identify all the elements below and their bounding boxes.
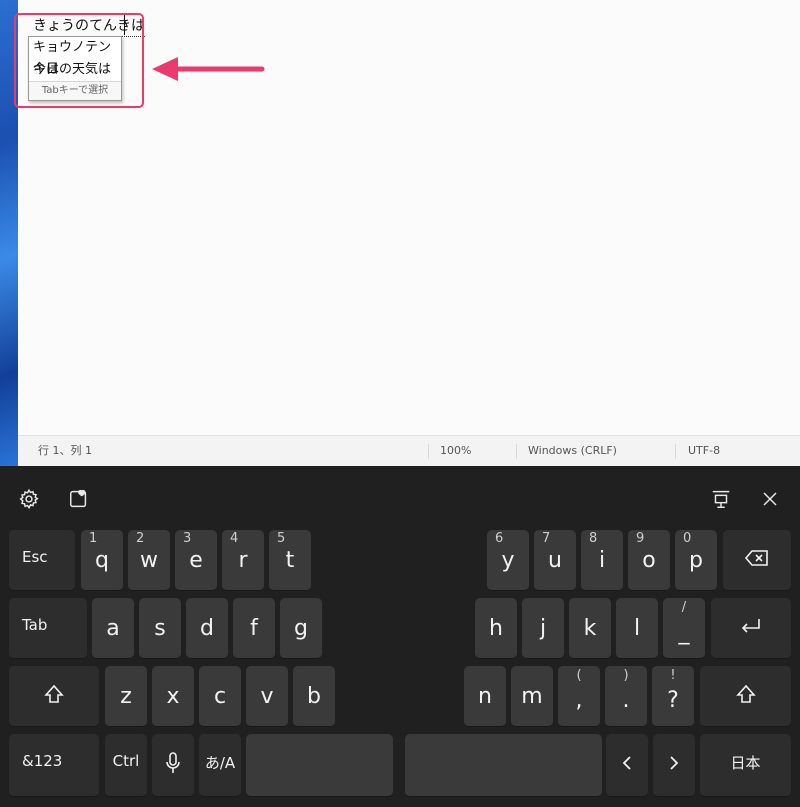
ctrl-key[interactable]: Ctrl xyxy=(105,734,147,797)
key-d[interactable]: d xyxy=(186,598,228,659)
key-a[interactable]: a xyxy=(92,598,134,659)
chevron-right-icon xyxy=(668,755,680,775)
key-h[interactable]: h xyxy=(475,598,517,659)
space-key-left[interactable] xyxy=(246,734,393,797)
touch-keyboard: Esc 1q 2w 3e 4r 5t 6y 7u 8i 9o 0p Tab a … xyxy=(0,466,800,807)
key-underscore[interactable]: / _ xyxy=(663,598,705,659)
language-key[interactable]: 日本 xyxy=(700,734,791,797)
key-m[interactable]: m xyxy=(511,666,553,727)
status-divider xyxy=(516,444,517,459)
key-u[interactable]: 7u xyxy=(534,530,576,591)
status-divider xyxy=(428,444,429,459)
shift-key-right[interactable] xyxy=(700,666,791,727)
key-x[interactable]: x xyxy=(152,666,194,727)
esc-key[interactable]: Esc xyxy=(9,530,75,591)
enter-icon xyxy=(739,617,763,639)
key-l[interactable]: l xyxy=(616,598,658,659)
key-v[interactable]: v xyxy=(246,666,288,727)
key-o[interactable]: 9o xyxy=(628,530,670,591)
annotation-highlight-box xyxy=(14,13,144,108)
microphone-key[interactable] xyxy=(152,734,194,797)
key-period[interactable]: ). xyxy=(605,666,647,727)
backspace-icon xyxy=(744,549,770,571)
key-f[interactable]: f xyxy=(233,598,275,659)
enter-key[interactable] xyxy=(711,598,791,659)
symbols-key[interactable]: &123 xyxy=(9,734,99,797)
dock-icon[interactable] xyxy=(704,482,738,516)
shift-key-left[interactable] xyxy=(9,666,99,727)
shift-icon xyxy=(43,683,65,709)
key-k[interactable]: k xyxy=(569,598,611,659)
zoom-level: 100% xyxy=(440,444,472,457)
key-i[interactable]: 8i xyxy=(581,530,623,591)
key-s[interactable]: s xyxy=(139,598,181,659)
annotation-arrow-icon xyxy=(152,57,265,81)
key-w[interactable]: 2w xyxy=(128,530,170,591)
key-b[interactable]: b xyxy=(293,666,335,727)
key-j[interactable]: j xyxy=(522,598,564,659)
key-g[interactable]: g xyxy=(280,598,322,659)
key-t[interactable]: 5t xyxy=(269,530,311,591)
microphone-icon xyxy=(165,752,181,778)
chevron-left-icon xyxy=(621,755,633,775)
close-icon[interactable] xyxy=(753,482,787,516)
backspace-key[interactable] xyxy=(723,530,791,591)
key-y[interactable]: 6y xyxy=(487,530,529,591)
line-ending: Windows (CRLF) xyxy=(528,444,617,457)
settings-icon[interactable] xyxy=(12,482,46,516)
key-question[interactable]: !? xyxy=(652,666,694,727)
key-c[interactable]: c xyxy=(199,666,241,727)
key-e[interactable]: 3e xyxy=(175,530,217,591)
cursor-position: 行 1、列 1 xyxy=(38,444,92,457)
tab-key[interactable]: Tab xyxy=(9,598,87,659)
emoji-heart-icon[interactable] xyxy=(62,482,96,516)
key-z[interactable]: z xyxy=(105,666,147,727)
space-key-right[interactable] xyxy=(405,734,602,797)
key-n[interactable]: n xyxy=(464,666,506,727)
status-divider xyxy=(675,444,676,459)
arrow-left-key[interactable] xyxy=(606,734,648,797)
key-comma[interactable]: (, xyxy=(558,666,600,727)
arrow-right-key[interactable] xyxy=(653,734,695,797)
ime-mode-key[interactable]: あ/A xyxy=(199,734,241,797)
status-bar: 行 1、列 1 100% Windows (CRLF) UTF-8 xyxy=(18,435,800,466)
encoding: UTF-8 xyxy=(688,444,721,457)
key-r[interactable]: 4r xyxy=(222,530,264,591)
key-q[interactable]: 1q xyxy=(81,530,123,591)
key-p[interactable]: 0p xyxy=(675,530,717,591)
shift-icon xyxy=(735,683,757,709)
